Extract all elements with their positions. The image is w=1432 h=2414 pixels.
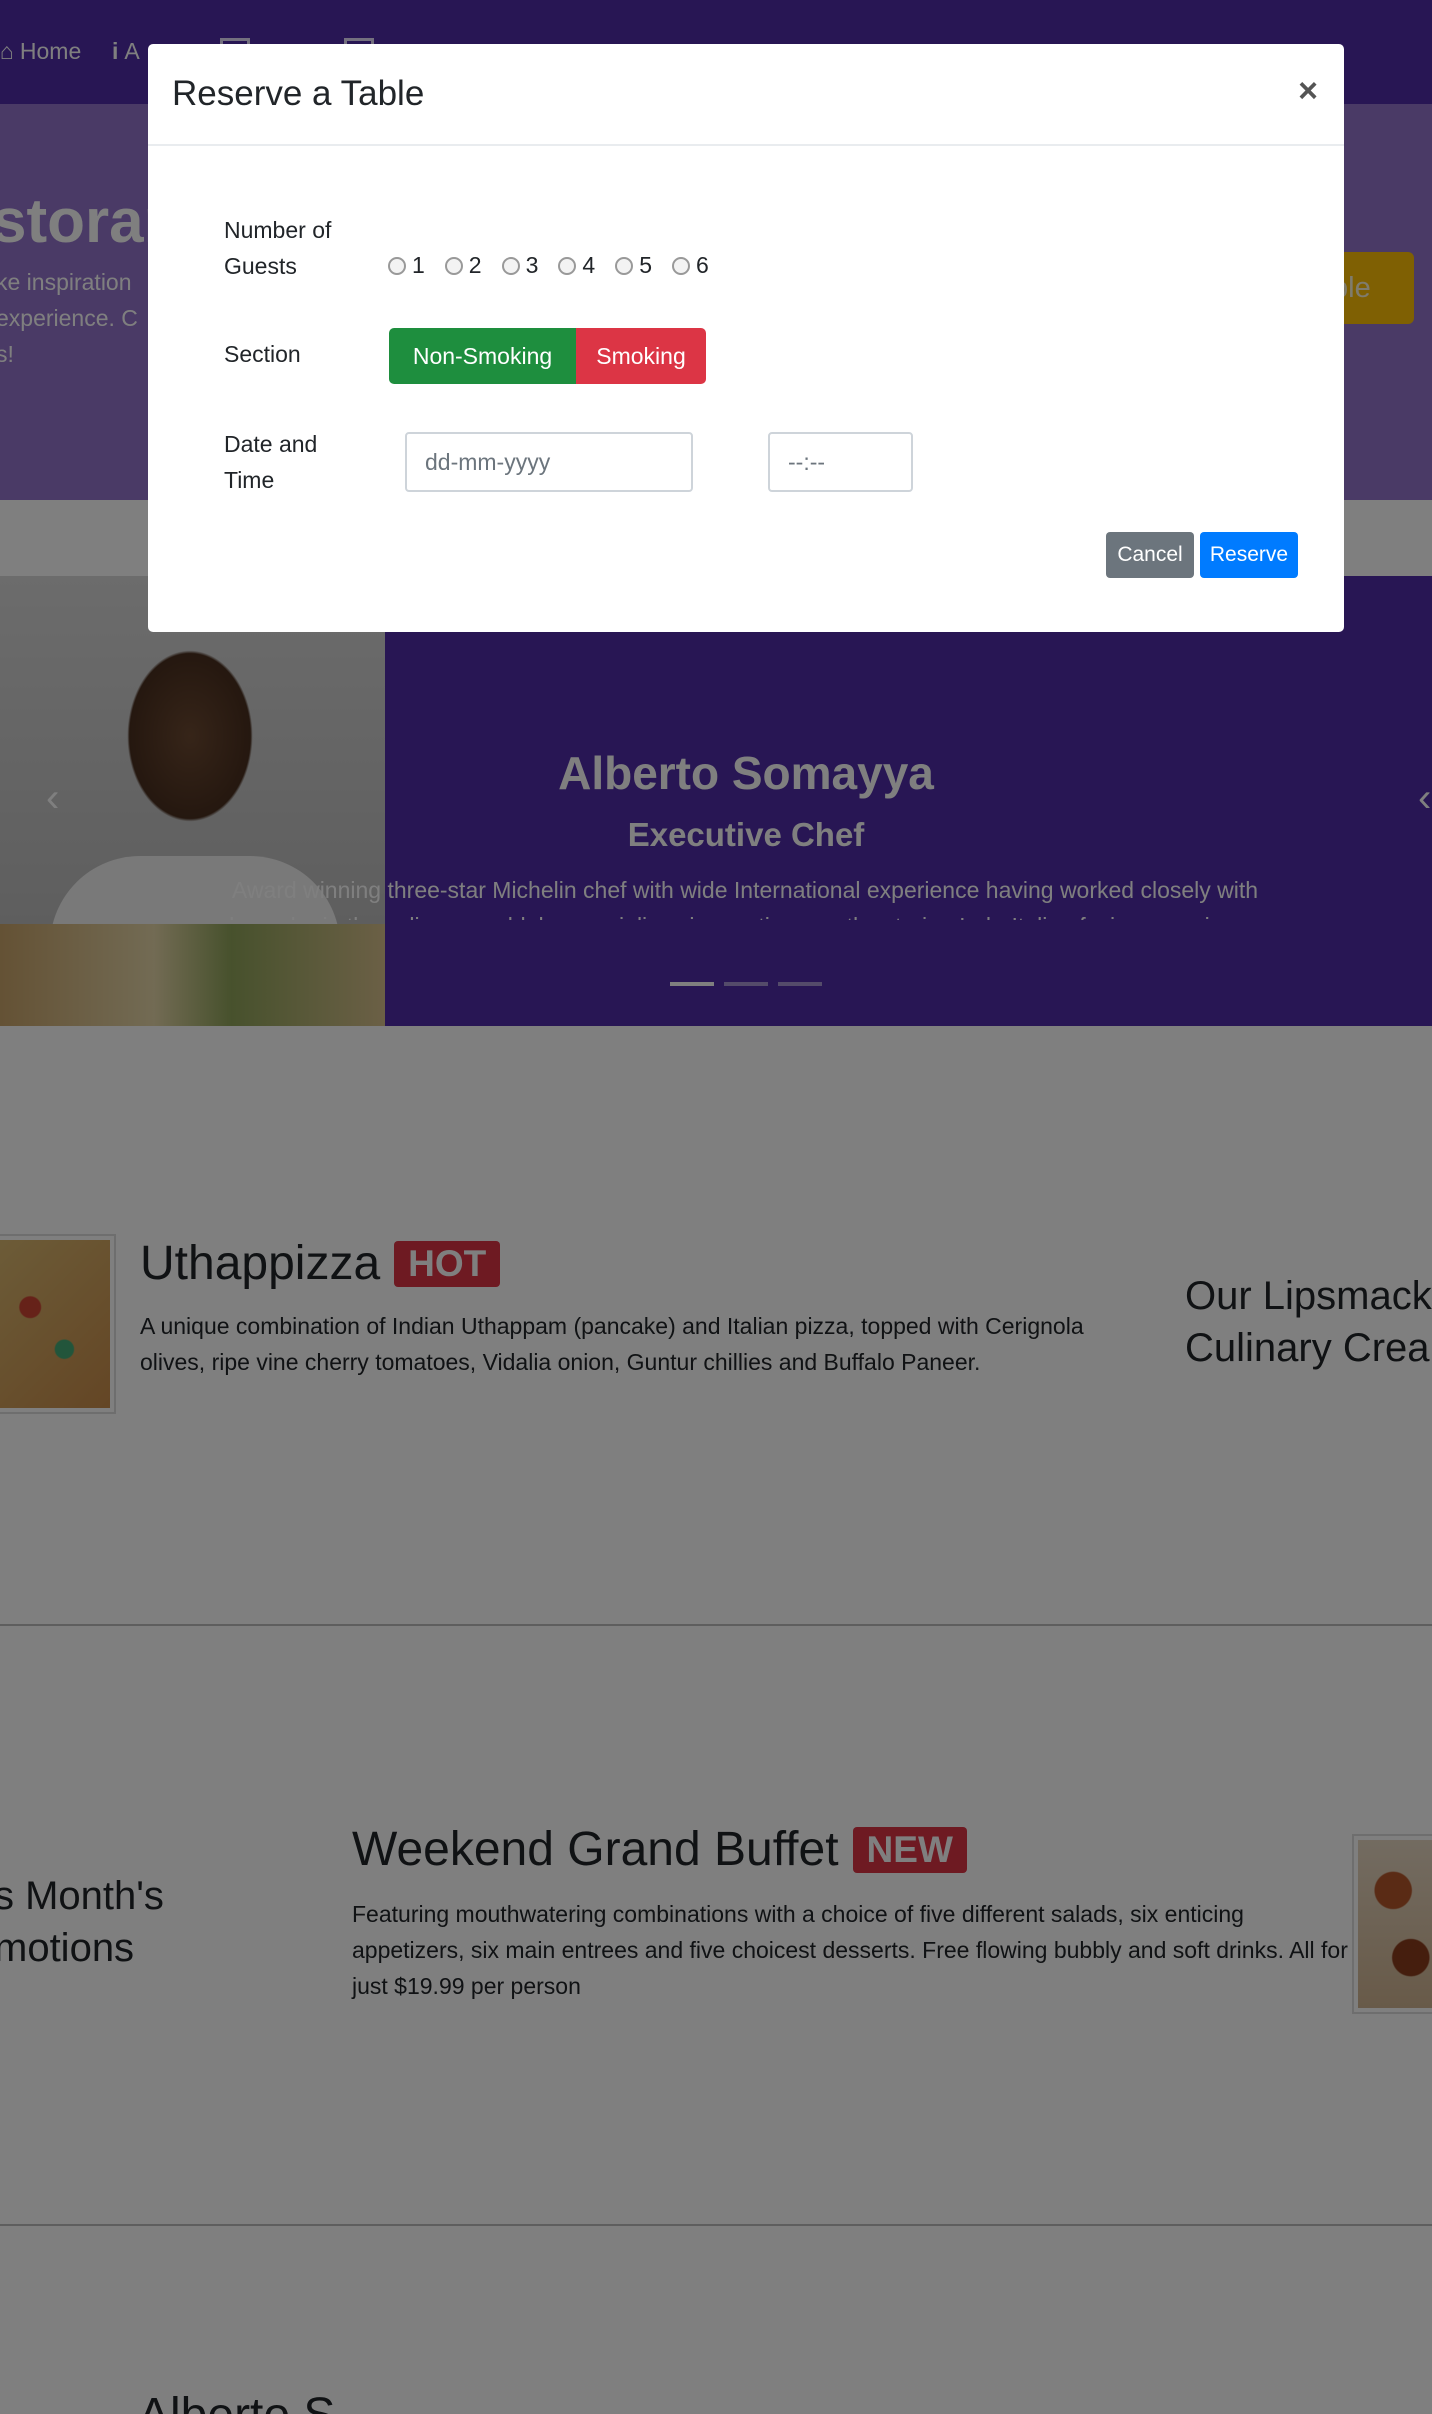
date-input[interactable]: dd-mm-yyyy (405, 432, 693, 492)
guest-option-label: 3 (525, 252, 539, 278)
guest-option-label: 6 (695, 252, 709, 278)
guest-option-4[interactable]: 4 (558, 252, 595, 279)
reserve-button[interactable]: Reserve (1200, 532, 1298, 578)
guest-option-label: 4 (582, 252, 596, 278)
smoking-button[interactable]: Smoking (576, 328, 706, 384)
time-input[interactable]: --:-- (768, 432, 913, 492)
reserve-table-modal: Reserve a Table × Number of Guests 1 2 3… (148, 44, 1344, 632)
guests-radio-group: 1 2 3 4 5 6 (388, 252, 709, 279)
datetime-label: Date and Time (224, 431, 318, 493)
modal-title: Reserve a Table (172, 74, 425, 113)
radio-button[interactable] (501, 256, 520, 275)
guest-option-5[interactable]: 5 (615, 252, 652, 279)
guest-option-3[interactable]: 3 (501, 252, 539, 279)
guest-option-2[interactable]: 2 (444, 252, 482, 279)
guest-option-label: 2 (468, 252, 482, 278)
section-button-group: Non-Smoking Smoking (389, 328, 706, 384)
guest-option-6[interactable]: 6 (671, 252, 709, 279)
radio-button[interactable] (558, 256, 577, 275)
modal-header: Reserve a Table × (148, 44, 1344, 146)
non-smoking-button[interactable]: Non-Smoking (389, 328, 576, 384)
close-icon[interactable]: × (1298, 72, 1318, 111)
radio-button[interactable] (388, 256, 406, 275)
radio-button[interactable] (671, 256, 690, 275)
guest-option-1[interactable]: 1 (388, 252, 425, 279)
guest-option-label: 1 (412, 252, 425, 278)
guest-option-label: 5 (639, 252, 652, 278)
radio-button[interactable] (444, 256, 463, 275)
radio-button[interactable] (615, 256, 634, 275)
cancel-button[interactable]: Cancel (1106, 532, 1194, 578)
guests-label: Number of Guests (224, 217, 332, 279)
section-label: Section (224, 341, 301, 367)
